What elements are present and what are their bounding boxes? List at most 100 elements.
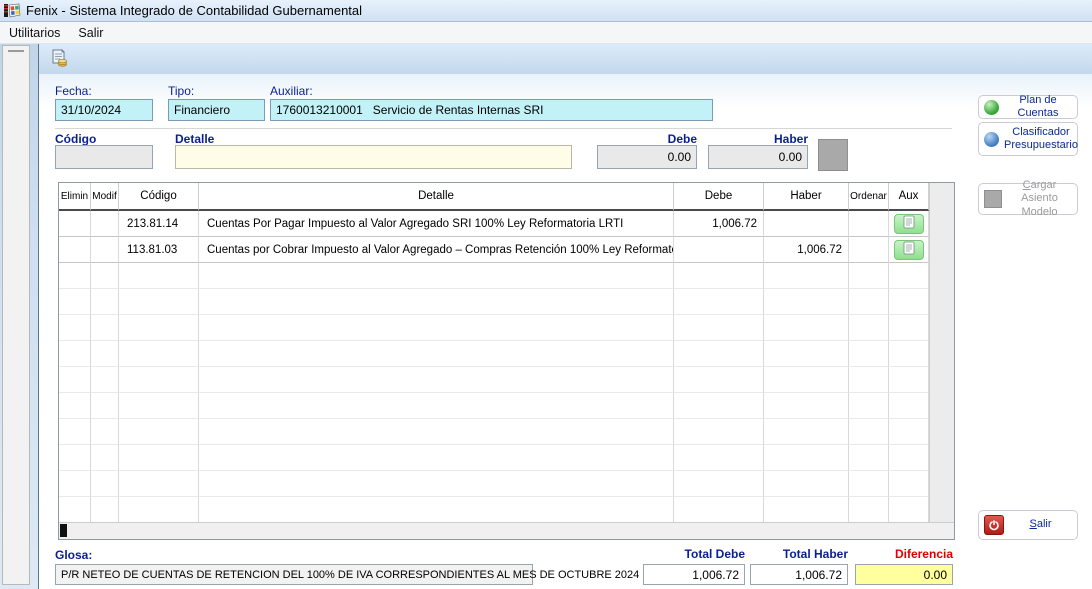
horizontal-scrollbar-thumb[interactable] [60,524,67,537]
table-empty-cell [764,419,849,445]
column-header-ordenar[interactable]: Ordenar [849,183,889,211]
table-empty-cell [59,341,91,367]
detalle-input[interactable] [175,145,572,169]
fecha-input[interactable]: 31/10/2024 [55,99,153,121]
table-vertical-scrollbar[interactable] [929,183,954,522]
table-empty-cell [119,263,199,289]
table-empty-cell [59,445,91,471]
table-empty-cell [849,445,889,471]
codigo-cell: 213.81.14 [119,211,199,237]
table-empty-cell [199,445,674,471]
table-empty-cell [849,393,889,419]
table-empty-cell [91,315,119,341]
table-empty-cell [59,419,91,445]
diferencia-input: 0.00 [855,564,953,585]
column-header-detalle[interactable]: Detalle [199,183,674,211]
haber-input[interactable]: 0.00 [708,145,808,169]
entries-table: Elimin Modif Código Detalle Debe Haber O… [58,182,955,540]
table-empty-cell [764,315,849,341]
total-debe-input: 1,006.72 [643,564,745,585]
column-header-elimin[interactable]: Elimin [59,183,91,211]
table-empty-cell [59,367,91,393]
elimin-cell[interactable] [59,211,91,237]
total-debe-label: Total Debe [643,547,745,561]
codigo-input[interactable] [55,145,153,169]
cargar-asiento-label: Cargar Asiento Modelo [1007,179,1072,219]
table-empty-cell [674,315,764,341]
ordenar-cell[interactable] [849,237,889,263]
table-empty-cell [889,471,929,497]
table-empty-cell [199,393,674,419]
table-empty-cell [91,393,119,419]
table-empty-cell [119,289,199,315]
aux-button[interactable] [894,214,924,234]
toolbar [38,44,1092,74]
title-bar: Fenix - Sistema Integrado de Contabilida… [0,0,1092,22]
table-empty-row [59,445,929,471]
document-list-icon [903,241,915,258]
plan-de-cuentas-button[interactable]: Plan de Cuentas [978,95,1078,119]
aux-button[interactable] [894,240,924,260]
add-entry-button[interactable] [818,139,848,171]
table-empty-cell [674,367,764,393]
plan-de-cuentas-label: Plan de Cuentas [1004,94,1072,120]
cargar-asiento-modelo-button[interactable]: Cargar Asiento Modelo [978,183,1078,215]
table-row[interactable]: 213.81.14 Cuentas Por Pagar Impuesto al … [59,211,929,237]
table-empty-cell [59,263,91,289]
table-empty-row [59,289,929,315]
codigo-label: Código [55,132,96,146]
table-empty-cell [674,445,764,471]
table-empty-cell [764,289,849,315]
app-icon [4,3,21,18]
column-header-codigo[interactable]: Código [119,183,199,211]
new-entry-button[interactable] [47,47,71,71]
column-header-modif[interactable]: Modif [91,183,119,211]
salir-button[interactable]: Salir [978,510,1078,540]
table-header-row: Elimin Modif Código Detalle Debe Haber O… [59,183,929,211]
table-empty-cell [674,497,764,523]
table-empty-cell [674,419,764,445]
left-collapsed-panel[interactable] [2,45,30,585]
column-header-aux[interactable]: Aux [889,183,929,211]
table-empty-cell [674,341,764,367]
table-empty-cell [91,497,119,523]
aux-cell [889,237,929,263]
table-empty-cell [91,289,119,315]
tipo-input[interactable]: Financiero [168,99,265,121]
fecha-label: Fecha: [55,84,92,98]
table-empty-cell [91,367,119,393]
menu-salir[interactable]: Salir [69,24,112,42]
table-empty-cell [59,315,91,341]
detalle-cell: Cuentas Por Pagar Impuesto al Valor Agre… [199,211,674,237]
table-empty-cell [764,263,849,289]
auxiliar-input[interactable]: 1760013210001 Servicio de Rentas Interna… [270,99,713,121]
table-empty-cell [91,445,119,471]
table-row[interactable]: 113.81.03 Cuentas por Cobrar Impuesto al… [59,237,929,263]
table-empty-row [59,393,929,419]
aux-cell [889,211,929,237]
table-empty-cell [199,315,674,341]
table-horizontal-scrollbar[interactable] [59,522,954,539]
panel-grip[interactable] [8,50,24,52]
table-empty-cell [889,367,929,393]
modif-cell[interactable] [91,237,119,263]
modif-cell[interactable] [91,211,119,237]
table-empty-cell [849,497,889,523]
elimin-cell[interactable] [59,237,91,263]
table-empty-cell [119,393,199,419]
table-empty-cell [849,341,889,367]
table-empty-cell [199,341,674,367]
debe-input[interactable]: 0.00 [597,145,697,169]
table-empty-cell [674,393,764,419]
clasificador-presupuestario-button[interactable]: Clasificador Presupuestario [978,122,1078,156]
glosa-input[interactable]: P/R NETEO DE CUENTAS DE RETENCION DEL 10… [55,564,533,585]
table-empty-cell [199,471,674,497]
table-empty-cell [91,263,119,289]
diferencia-label: Diferencia [855,547,953,561]
ordenar-cell[interactable] [849,211,889,237]
column-header-haber[interactable]: Haber [764,183,849,211]
menu-utilitarios[interactable]: Utilitarios [0,24,69,42]
column-header-debe[interactable]: Debe [674,183,764,211]
table-empty-row [59,497,929,523]
separator-line [55,128,952,129]
